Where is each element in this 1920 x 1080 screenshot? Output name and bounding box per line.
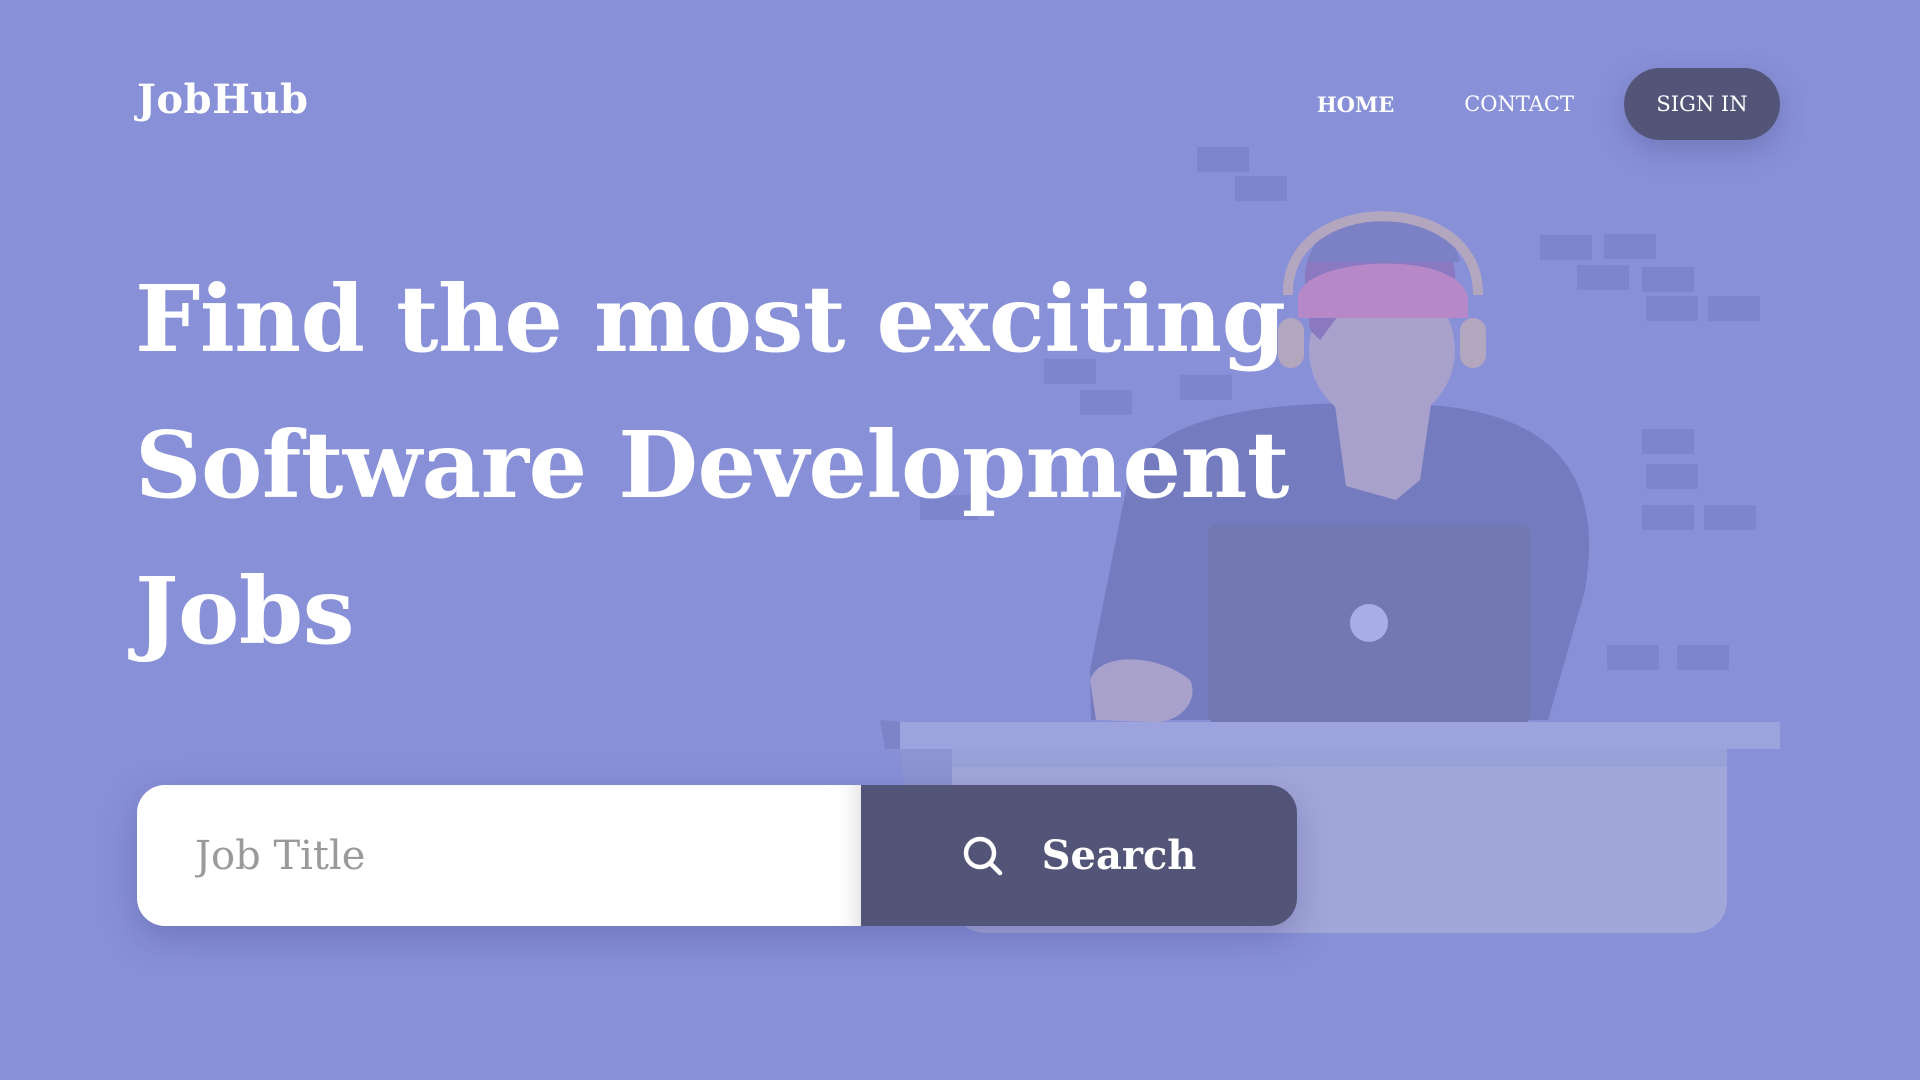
hero-headline: Find the most exciting Software Developm…: [135, 246, 1289, 684]
search-icon: [962, 835, 1004, 877]
landing-page: JobHub HOME CONTACT SIGN IN Find the mos…: [0, 0, 1920, 1080]
search-button[interactable]: Search: [861, 785, 1297, 926]
nav-contact-link[interactable]: CONTACT: [1464, 92, 1574, 116]
hero-headline-line-2: Software Development: [135, 411, 1289, 519]
hero-headline-line-3: Jobs: [135, 557, 355, 665]
logo[interactable]: JobHub: [137, 76, 308, 123]
nav-home-link[interactable]: HOME: [1317, 92, 1394, 117]
main-nav: HOME CONTACT SIGN IN: [1317, 68, 1780, 140]
hero-headline-line-1: Find the most exciting: [135, 265, 1286, 373]
sign-in-button[interactable]: SIGN IN: [1624, 68, 1780, 140]
job-search-bar: Search: [137, 785, 1297, 926]
search-button-label: Search: [1041, 832, 1197, 879]
job-title-input[interactable]: [137, 785, 861, 926]
